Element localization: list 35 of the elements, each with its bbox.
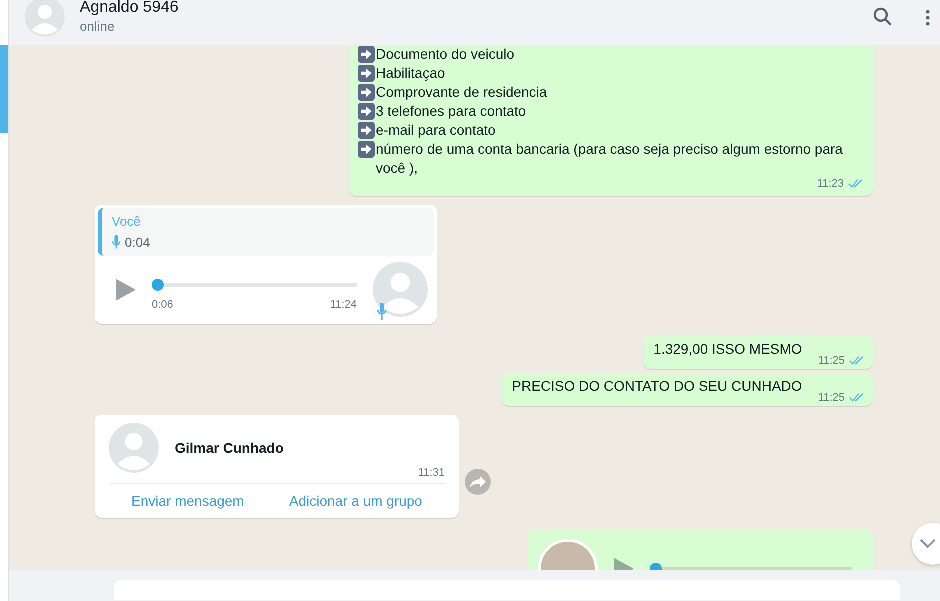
contact-action-link[interactable]: Enviar mensagem xyxy=(132,493,244,509)
message-text: 1.329,00 ISSO MESMO xyxy=(654,341,802,357)
quote-author: Você xyxy=(112,214,142,229)
quote-duration: 0:04 xyxy=(125,235,150,250)
message-time: 11:31 xyxy=(418,467,445,479)
contact-action-link[interactable]: Adicionar a um grupo xyxy=(289,493,422,509)
list-item-text: número de uma conta bancaria (para caso seja preciso algum estorno para você ), xyxy=(376,140,844,178)
contact-name: Agnaldo 5946 xyxy=(80,0,180,17)
list-item-text: 3 telefones para contato xyxy=(376,102,526,121)
double-check-icon xyxy=(849,356,865,366)
contact-status: online xyxy=(80,19,116,34)
chevron-down-icon xyxy=(920,539,936,549)
microphone-icon xyxy=(112,235,121,250)
message-time: 11:23 xyxy=(817,176,844,192)
forward-icon[interactable] xyxy=(465,468,491,494)
message-time: 11:25 xyxy=(818,392,845,404)
audio-duration: 0:06 xyxy=(152,298,174,310)
audio-thumb[interactable] xyxy=(152,278,164,290)
list-item-text: e-mail para contato xyxy=(376,121,496,140)
contact-card-name: Gilmar Cunhado xyxy=(175,440,284,456)
avatar-icon xyxy=(373,262,428,317)
avatar-icon xyxy=(109,423,159,473)
double-check-icon xyxy=(848,179,864,189)
list-item-text: Comprovante de residencia xyxy=(376,83,548,102)
microphone-icon xyxy=(377,303,387,321)
play-icon[interactable] xyxy=(116,278,136,300)
menu-icon[interactable] xyxy=(926,10,930,26)
list-item-text: Habilitaçao xyxy=(376,64,446,83)
message-text: PRECISO DO CONTATO DO SEU CUNHADO xyxy=(512,378,802,394)
quoted-message[interactable]: Você 0:04 xyxy=(98,208,434,256)
double-check-icon xyxy=(849,393,865,403)
search-icon[interactable] xyxy=(873,6,893,26)
message-time: 11:25 xyxy=(818,355,845,367)
list-item-text: Documento do veiculo xyxy=(376,45,515,64)
message-time: 11:24 xyxy=(330,298,357,310)
